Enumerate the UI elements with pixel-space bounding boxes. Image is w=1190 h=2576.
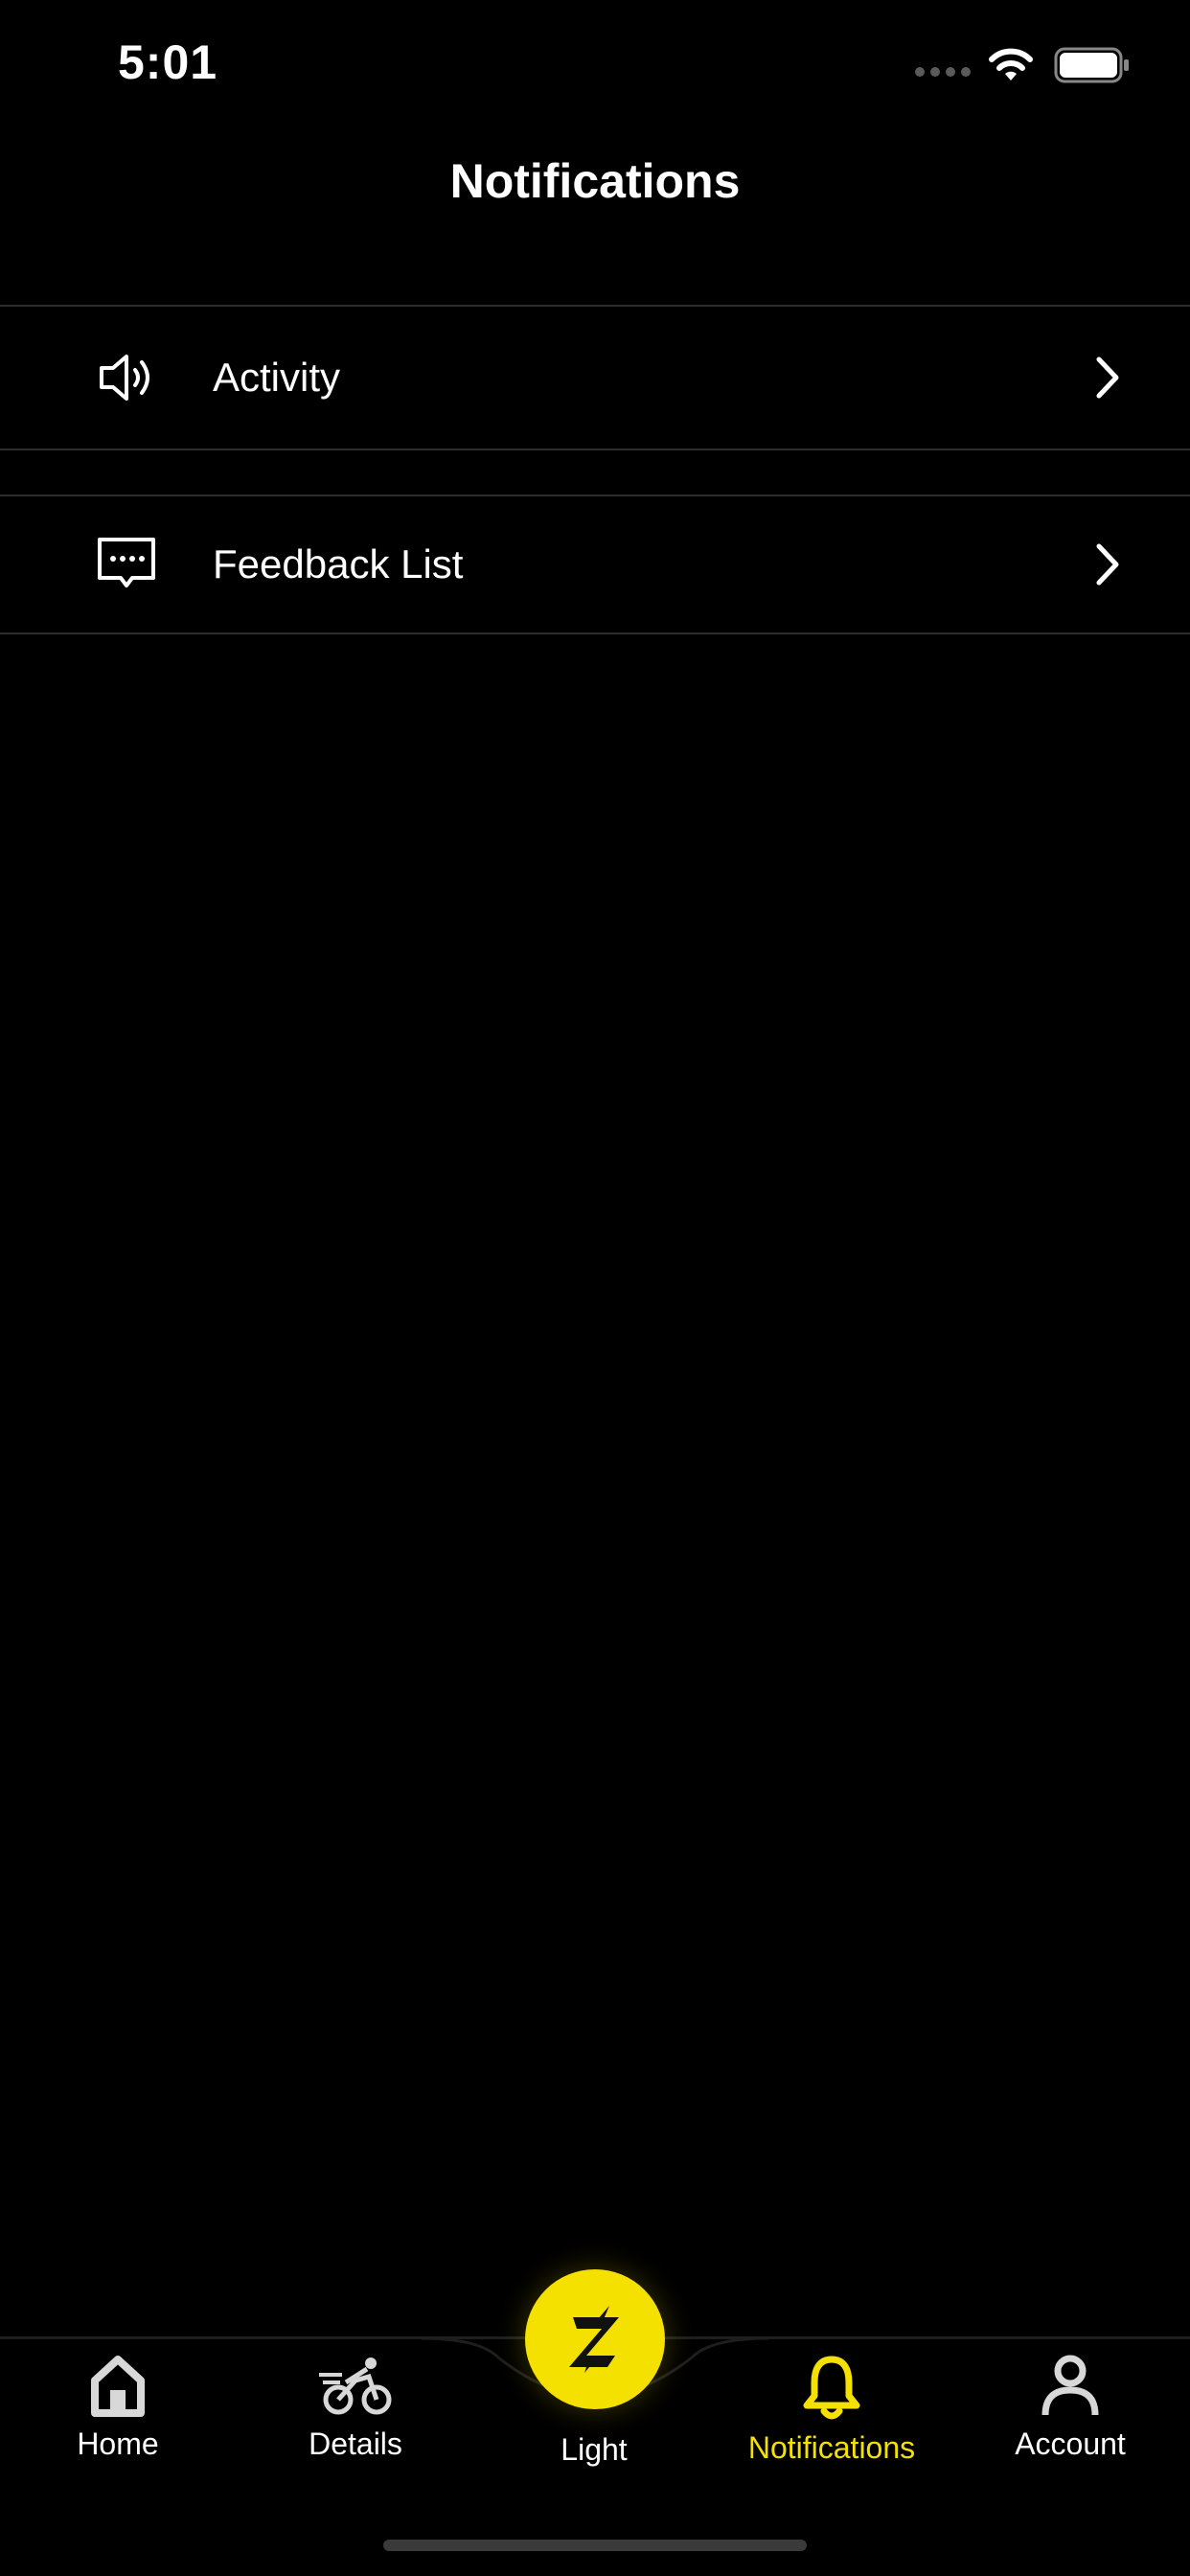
tab-label: Details <box>309 2426 402 2461</box>
battery-icon <box>1054 47 1129 83</box>
tab-label: Account <box>1015 2426 1126 2461</box>
tab-account[interactable]: Account <box>974 2354 1166 2462</box>
status-bar: 5:01 <box>0 0 1190 134</box>
tab-label: Notifications <box>747 2430 916 2465</box>
z-logo-icon <box>569 2306 619 2373</box>
tab-home[interactable]: Home <box>22 2354 214 2462</box>
list-item-label: Feedback List <box>213 541 464 586</box>
tab-light-label[interactable]: Light <box>498 2432 690 2468</box>
list-item-label: Activity <box>213 355 341 400</box>
tab-label: Home <box>77 2426 159 2461</box>
home-indicator <box>383 2540 807 2551</box>
list-item-activity[interactable]: Activity <box>0 305 1190 450</box>
cellular-signal-icon <box>915 67 971 77</box>
bell-icon <box>803 2356 860 2420</box>
user-icon <box>1041 2355 1099 2416</box>
chevron-right-icon <box>1096 543 1119 586</box>
tab-details[interactable]: Details <box>260 2354 451 2462</box>
tab-notifications[interactable]: Notifications <box>736 2354 927 2466</box>
speaker-icon <box>100 355 149 401</box>
bike-rider-icon <box>319 2358 392 2415</box>
list-item-feedback[interactable]: Feedback List <box>0 494 1190 634</box>
light-button[interactable] <box>525 2269 665 2409</box>
message-icon <box>98 538 155 587</box>
home-icon <box>91 2356 145 2417</box>
status-time: 5:01 <box>118 35 218 89</box>
chevron-right-icon <box>1096 356 1119 399</box>
wifi-icon <box>989 48 1033 80</box>
page-title: Notifications <box>449 154 741 208</box>
